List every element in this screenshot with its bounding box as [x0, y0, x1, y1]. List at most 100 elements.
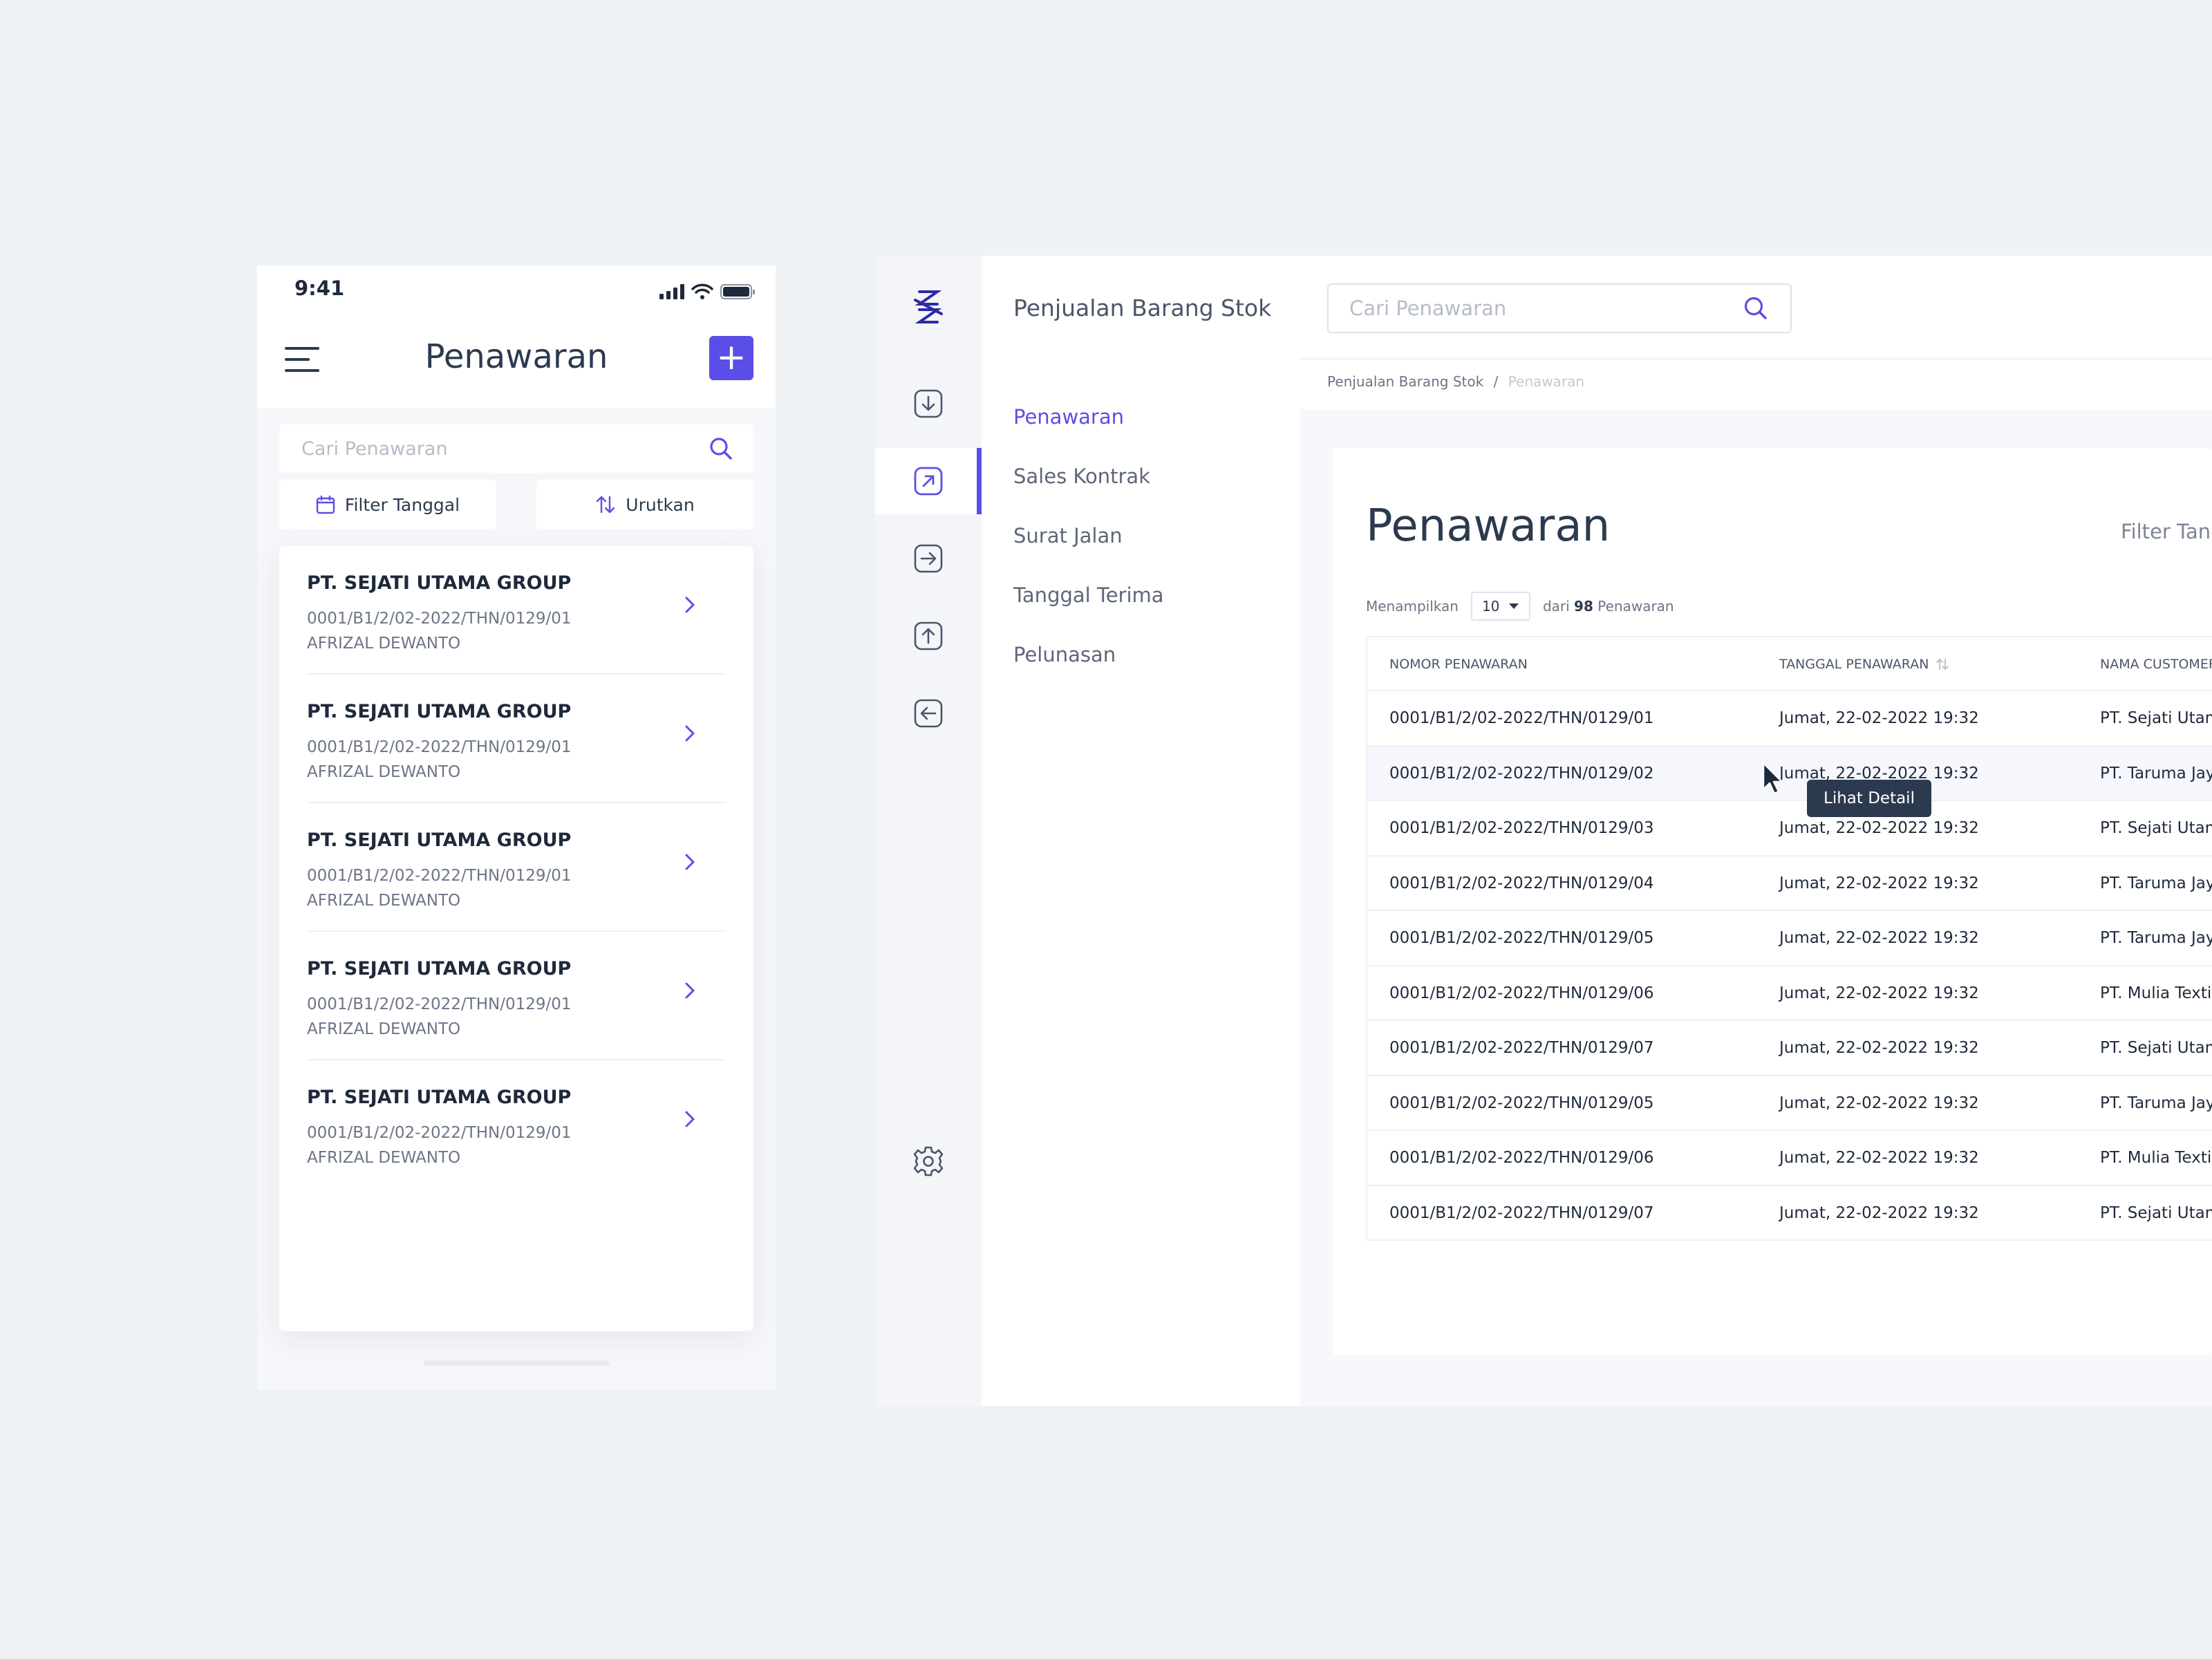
mobile-header: 9:41 Penawaran + — [257, 265, 776, 408]
list-item-number: 0001/B1/2/02-2022/THN/0129/01 — [307, 1124, 572, 1142]
breadcrumb: Penjualan Barang Stok / Penawaran — [1327, 373, 1584, 390]
table-row[interactable]: 0001/B1/2/02-2022/THN/0129/06 Jumat, 22-… — [1367, 1131, 2212, 1186]
cell-number: 0001/B1/2/02-2022/THN/0129/02 — [1389, 764, 1654, 782]
filter-date-label: Filter Tanggal — [344, 494, 460, 515]
table-row[interactable]: 0001/B1/2/02-2022/THN/0129/03 Jumat, 22-… — [1367, 801, 2212, 856]
logo-icon — [914, 290, 943, 324]
chevron-right-icon — [685, 982, 695, 999]
list-item-number: 0001/B1/2/02-2022/THN/0129/01 — [307, 995, 572, 1013]
list-item-person: AFRIZAL DEWANTO — [307, 892, 461, 910]
nav-item-pelunasan[interactable]: Pelunasan — [1013, 643, 1116, 666]
cell-customer: PT. Taruma Jay — [2100, 929, 2212, 947]
calendar-icon — [316, 495, 335, 514]
cell-customer: PT. Sejati Utam — [2100, 709, 2212, 727]
section-nav: Penjualan Barang Stok Penawaran Sales Ko… — [982, 256, 1300, 1406]
showing-total: dari 98 Penawaran — [1542, 598, 1674, 615]
cell-date: Jumat, 22-02-2022 19:32 — [1779, 709, 1979, 727]
page-size-row: Menampilkan 10 dari 98 Penawaran — [1366, 592, 1674, 621]
rail-item-download[interactable] — [875, 371, 982, 437]
breadcrumb-separator: / — [1493, 373, 1499, 390]
nav-item-surat-jalan[interactable]: Surat Jalan — [1013, 524, 1123, 547]
rail-item-back[interactable] — [875, 680, 982, 747]
list-item-number: 0001/B1/2/02-2022/THN/0129/01 — [307, 867, 572, 885]
cell-number: 0001/B1/2/02-2022/THN/0129/06 — [1389, 984, 1654, 1002]
cell-customer: PT. Sejati Utam — [2100, 1039, 2212, 1057]
mouse-cursor-icon — [1762, 762, 1783, 795]
column-header-date[interactable]: TANGGAL PENAWARAN — [1779, 657, 1949, 672]
cell-customer: PT. Sejati Utam — [2100, 1203, 2212, 1222]
table-row[interactable]: 0001/B1/2/02-2022/THN/0129/02 Jumat, 22-… — [1367, 746, 2212, 801]
nav-item-sales-kontrak[interactable]: Sales Kontrak — [1013, 465, 1150, 488]
rail-item-upload[interactable] — [875, 603, 982, 669]
showing-prefix: Menampilkan — [1366, 598, 1459, 615]
list-item-person: AFRIZAL DEWANTO — [307, 635, 461, 653]
table-row[interactable]: 0001/B1/2/02-2022/THN/0129/07 Jumat, 22-… — [1367, 1186, 2212, 1241]
nav-item-tanggal-terima[interactable]: Tanggal Terima — [1013, 583, 1164, 607]
list-item[interactable]: PT. SEJATI UTAMA GROUP 0001/B1/2/02-2022… — [307, 546, 726, 675]
caret-down-icon — [1508, 603, 1519, 609]
cell-customer: PT. Taruma Jay — [2100, 764, 2212, 782]
cell-date: Jumat, 22-02-2022 19:32 — [1779, 1203, 1979, 1222]
breadcrumb-current: Penawaran — [1508, 373, 1585, 390]
sort-icon — [1936, 659, 1949, 670]
list-item[interactable]: PT. SEJATI UTAMA GROUP 0001/B1/2/02-2022… — [307, 932, 726, 1060]
cell-number: 0001/B1/2/02-2022/THN/0129/06 — [1389, 1149, 1654, 1167]
search-icon[interactable] — [709, 437, 733, 460]
mobile-screen: 9:41 Penawaran + Cari Penawaran Filter T… — [257, 265, 776, 1389]
cell-number: 0001/B1/2/02-2022/THN/0129/03 — [1389, 819, 1654, 837]
sort-icon — [597, 496, 615, 514]
table-row[interactable]: 0001/B1/2/02-2022/THN/0129/05 Jumat, 22-… — [1367, 1076, 2212, 1131]
filter-date-button[interactable]: Filter Tanggal — [279, 480, 496, 529]
nav-item-penawaran[interactable]: Penawaran — [1013, 405, 1124, 429]
table-row[interactable]: 0001/B1/2/02-2022/THN/0129/05 Jumat, 22-… — [1367, 911, 2212, 966]
rail-item-forward[interactable] — [875, 525, 982, 592]
table-row[interactable]: 0001/B1/2/02-2022/THN/0129/01 Jumat, 22-… — [1367, 691, 2212, 747]
content-panel: Penawaran Filter Tang Menampilkan 10 dar… — [1333, 448, 2212, 1355]
cell-customer: PT. Mulia Textil — [2100, 984, 2212, 1002]
breadcrumb-bar: Penjualan Barang Stok / Penawaran — [1300, 359, 2212, 409]
cell-customer: PT. Sejati Utam — [2100, 819, 2212, 837]
cell-customer: PT. Taruma Jay — [2100, 874, 2212, 892]
list-item[interactable]: PT. SEJATI UTAMA GROUP 0001/B1/2/02-2022… — [307, 1060, 726, 1189]
top-bar — [1300, 256, 2212, 359]
list-item-person: AFRIZAL DEWANTO — [307, 1020, 461, 1038]
cell-date: Jumat, 22-02-2022 19:32 — [1779, 984, 1979, 1002]
search-icon[interactable] — [1743, 296, 1768, 321]
offers-table: NOMOR PENAWARAN TANGGAL PENAWARAN NAMA C… — [1366, 636, 2212, 1241]
chevron-right-icon — [685, 597, 695, 613]
per-page-select[interactable]: 10 — [1470, 592, 1530, 621]
list-item-company: PT. SEJATI UTAMA GROUP — [307, 572, 572, 594]
home-indicator — [423, 1360, 610, 1366]
search-bar — [1327, 283, 1792, 333]
search-input[interactable] — [1329, 285, 1736, 332]
list-item-number: 0001/B1/2/02-2022/THN/0129/01 — [307, 738, 572, 756]
sort-button[interactable]: Urutkan — [536, 480, 753, 529]
table-row[interactable]: 0001/B1/2/02-2022/THN/0129/04 Jumat, 22-… — [1367, 856, 2212, 911]
signal-icon — [659, 284, 684, 299]
battery-icon — [720, 284, 755, 299]
arrow-left-icon — [914, 699, 943, 728]
cell-number: 0001/B1/2/02-2022/THN/0129/05 — [1389, 929, 1654, 947]
cell-number: 0001/B1/2/02-2022/THN/0129/07 — [1389, 1039, 1654, 1057]
filter-date-button[interactable]: Filter Tang — [2121, 520, 2212, 543]
search-input[interactable] — [279, 424, 694, 473]
table-row[interactable]: 0001/B1/2/02-2022/THN/0129/07 Jumat, 22-… — [1367, 1021, 2212, 1076]
offer-list: PT. SEJATI UTAMA GROUP 0001/B1/2/02-2022… — [279, 546, 753, 1331]
app-title: Penjualan Barang Stok — [1013, 294, 1272, 321]
cell-date: Jumat, 22-02-2022 19:32 — [1779, 1039, 1979, 1057]
rail-item-offers[interactable] — [875, 448, 982, 514]
per-page-value: 10 — [1481, 598, 1500, 615]
breadcrumb-parent[interactable]: Penjualan Barang Stok — [1327, 373, 1483, 390]
rail-item-settings[interactable] — [875, 1128, 982, 1194]
cell-date: Jumat, 22-02-2022 19:32 — [1779, 819, 1979, 837]
add-button[interactable]: + — [709, 336, 753, 380]
list-item-company: PT. SEJATI UTAMA GROUP — [307, 701, 572, 722]
list-item[interactable]: PT. SEJATI UTAMA GROUP 0001/B1/2/02-2022… — [307, 803, 726, 932]
desktop-screen: Penjualan Barang Stok Penawaran Sales Ko… — [875, 256, 2212, 1406]
download-icon — [914, 389, 943, 418]
page-title: Penawaran — [1366, 500, 1611, 552]
list-item-company: PT. SEJATI UTAMA GROUP — [307, 958, 572, 980]
cell-customer: PT. Taruma Jay — [2100, 1094, 2212, 1112]
list-item[interactable]: PT. SEJATI UTAMA GROUP 0001/B1/2/02-2022… — [307, 675, 726, 803]
table-row[interactable]: 0001/B1/2/02-2022/THN/0129/06 Jumat, 22-… — [1367, 966, 2212, 1021]
